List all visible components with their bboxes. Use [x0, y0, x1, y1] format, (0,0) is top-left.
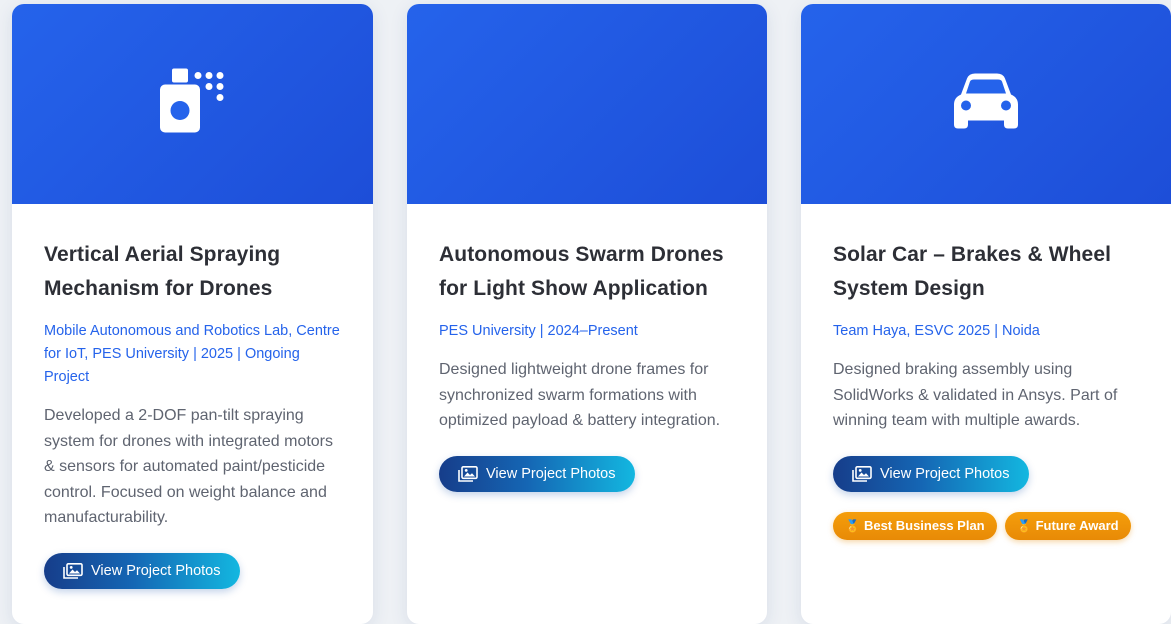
project-meta: Team Haya, ESVC 2025 | Noida — [833, 323, 1040, 339]
project-card: Solar Car – Brakes & Wheel System Design… — [801, 4, 1171, 624]
project-title: Solar Car – Brakes & Wheel System Design — [833, 243, 1112, 300]
images-icon — [852, 465, 872, 482]
medal-icon: 🏅 — [1016, 518, 1032, 533]
project-description: Designed braking assembly using SolidWor… — [833, 361, 1118, 430]
view-project-photos-button[interactable]: View Project Photos — [439, 455, 635, 492]
button-label: View Project Photos — [91, 562, 221, 579]
badge-label: Best Business Plan — [863, 518, 985, 534]
view-project-photos-button[interactable]: View Project Photos — [44, 552, 240, 589]
view-project-photos-button[interactable]: View Project Photos — [833, 455, 1029, 492]
project-card: Vertical Aerial Spraying Mechanism for D… — [12, 4, 373, 624]
spray-bottle-icon — [159, 68, 227, 140]
images-icon — [458, 465, 478, 482]
award-badge: 🏅 Best Business Plan — [833, 511, 997, 540]
button-label: View Project Photos — [486, 465, 616, 482]
project-title: Autonomous Swarm Drones for Light Show A… — [439, 243, 724, 300]
card-hero — [12, 4, 373, 204]
award-badge: 🏅 Future Award — [1004, 511, 1131, 540]
badge-label: Future Award — [1035, 518, 1119, 534]
project-description: Developed a 2-DOF pan-tilt spraying syst… — [44, 407, 334, 527]
car-icon — [953, 73, 1019, 136]
card-hero — [407, 4, 767, 204]
images-icon — [63, 562, 83, 579]
award-badges: 🏅 Best Business Plan 🏅 Future Award — [833, 511, 1139, 540]
card-hero — [801, 4, 1171, 204]
project-meta: PES University | 2024–Present — [439, 323, 638, 339]
project-meta: Mobile Autonomous and Robotics Lab, Cent… — [44, 323, 340, 385]
project-card: Autonomous Swarm Drones for Light Show A… — [407, 4, 767, 624]
project-description: Designed lightweight drone frames for sy… — [439, 361, 721, 430]
button-label: View Project Photos — [880, 465, 1010, 482]
project-title: Vertical Aerial Spraying Mechanism for D… — [44, 243, 281, 300]
medal-icon: 🏅 — [845, 518, 860, 533]
